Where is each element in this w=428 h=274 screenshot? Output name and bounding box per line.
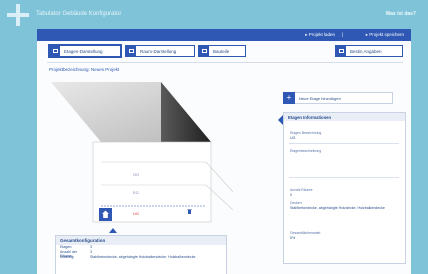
- floor-label-og[interactable]: OG: [133, 172, 139, 177]
- room-icon: [126, 46, 136, 56]
- area-share-value: 0%: [290, 236, 296, 240]
- save-project-link[interactable]: ▸ Projekt speichern: [366, 32, 404, 38]
- main-panel: ▸ Projekt laden | ▸ Projekt speichern Et…: [37, 29, 411, 274]
- tab-components[interactable]: Bauteile: [198, 45, 246, 57]
- plus-icon: +: [283, 91, 295, 104]
- project-name: Projektbezeichnung: Neues Projekt: [49, 67, 120, 72]
- app-title: Tabulator Gebäude Konfigurator: [36, 11, 122, 17]
- help-link[interactable]: Was ist das?: [386, 11, 416, 17]
- floor-info-panel: Etagen Informationen Etagen Bezeichnung …: [283, 112, 406, 264]
- area-share-label: Gesamtflächenantei:: [290, 231, 322, 235]
- add-floor-button[interactable]: + Neue Etage hinzufügen: [283, 91, 393, 104]
- tab-settings[interactable]: Bestin Angaben: [335, 45, 403, 57]
- floor-label-eg[interactable]: EG: [133, 190, 139, 195]
- floor-name-field[interactable]: UG: [290, 136, 295, 140]
- settings-icon: [336, 46, 346, 56]
- trash-icon[interactable]: [187, 209, 192, 214]
- ceilings-label: Decken:: [290, 201, 303, 205]
- field-line: [289, 143, 399, 144]
- app-logo-icon: [7, 4, 29, 26]
- floor-label-ug[interactable]: UG: [133, 211, 139, 216]
- floor-description-label: Etagenbeschreibung: [290, 149, 322, 153]
- app-header: Tabulator Gebäude Konfigurator Was ist d…: [0, 0, 428, 30]
- action-separator: |: [341, 32, 343, 37]
- building-diagram: OG EG UG: [51, 82, 234, 223]
- floors-icon: [50, 46, 60, 56]
- floor-name-label: Etagen Bezeichnung: [290, 131, 322, 135]
- ceilings-value: Stahlbetondecke, abgehängte Holzdecke, H…: [290, 206, 385, 210]
- summary-panel: Gesamtkonfiguration Etagen: 3 Anzahl der…: [55, 235, 227, 274]
- home-icon[interactable]: [99, 208, 112, 221]
- summary-value: Stahlbetondecke, abgehängte Holzbalkende…: [90, 255, 196, 259]
- tab-rooms[interactable]: Raum-Darstellung: [125, 45, 195, 57]
- add-floor-label: Neue Etage hinzufügen: [299, 95, 341, 101]
- room-count-value: 0: [290, 193, 292, 197]
- field-line: [289, 177, 399, 178]
- action-bar: ▸ Projekt laden | ▸ Projekt speichern: [37, 29, 411, 41]
- tab-label: Bestin Angaben: [350, 48, 382, 54]
- summary-row: Nutzung: Stahlbetondecke, abgehängte Hol…: [56, 255, 226, 260]
- summary-pointer: [109, 228, 117, 233]
- room-count-label: Anzahl Räume:: [290, 188, 314, 192]
- summary-title: Gesamtkonfiguration: [56, 236, 226, 245]
- info-title: Etagen Informationen: [284, 113, 405, 121]
- tab-label: Bauteile: [213, 48, 230, 54]
- summary-key: Nutzung:: [60, 255, 75, 259]
- tab-label: Raum-Darstellung: [140, 48, 177, 54]
- load-project-link[interactable]: ▸ Projekt laden: [305, 32, 335, 38]
- components-icon: [199, 46, 209, 56]
- divider: [47, 62, 403, 63]
- tab-floors[interactable]: Etagen-Darstellung: [48, 44, 122, 58]
- tab-label: Etagen-Darstellung: [64, 48, 103, 54]
